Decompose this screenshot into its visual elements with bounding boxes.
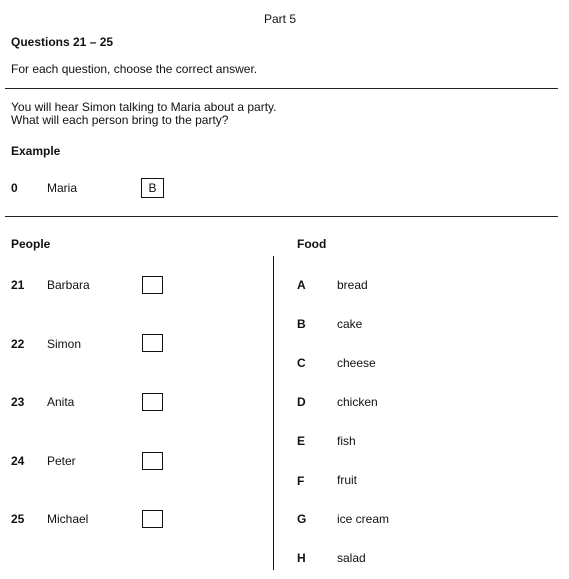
question-number: 24 bbox=[11, 454, 25, 468]
answer-box[interactable] bbox=[142, 276, 163, 294]
intro-line-1: You will hear Simon talking to Maria abo… bbox=[11, 100, 277, 114]
question-number: 21 bbox=[11, 278, 25, 292]
questions-heading: Questions 21 – 25 bbox=[11, 35, 114, 49]
option-letter: A bbox=[297, 278, 306, 292]
person-name: Michael bbox=[47, 512, 89, 526]
option-letter: C bbox=[297, 356, 306, 370]
option-text: chicken bbox=[337, 395, 378, 409]
example-heading: Example bbox=[11, 144, 61, 158]
person-name: Simon bbox=[47, 337, 82, 351]
option-letter: D bbox=[297, 395, 306, 409]
option-text: bread bbox=[337, 278, 368, 292]
option-text: fruit bbox=[337, 473, 358, 487]
example-number: 0 bbox=[11, 181, 18, 195]
example-name: Maria bbox=[47, 181, 78, 195]
answer-box[interactable] bbox=[142, 452, 163, 470]
person-name: Peter bbox=[47, 454, 76, 468]
option-text: fish bbox=[337, 434, 356, 448]
option-letter: G bbox=[297, 512, 307, 526]
intro-line-2: What will each person bring to the party… bbox=[11, 113, 229, 127]
option-letter: E bbox=[297, 434, 306, 448]
option-text: salad bbox=[337, 551, 366, 565]
question-number: 22 bbox=[11, 337, 25, 351]
question-number: 23 bbox=[11, 395, 25, 409]
option-letter: F bbox=[297, 474, 305, 488]
answer-box[interactable] bbox=[142, 334, 163, 352]
option-text: cake bbox=[337, 317, 363, 331]
answer-box[interactable] bbox=[142, 510, 163, 528]
people-heading: People bbox=[11, 237, 51, 251]
divider-top bbox=[5, 88, 558, 89]
option-letter: H bbox=[297, 551, 306, 565]
example-answer-box: B bbox=[141, 178, 164, 198]
divider-bottom bbox=[5, 216, 558, 217]
food-heading: Food bbox=[297, 237, 327, 251]
option-text: ice cream bbox=[337, 512, 390, 526]
column-divider bbox=[273, 256, 274, 570]
option-text: cheese bbox=[337, 356, 376, 370]
person-name: Barbara bbox=[47, 278, 90, 292]
person-name: Anita bbox=[47, 395, 75, 409]
part-title: Part 5 bbox=[264, 12, 297, 26]
instruction-text: For each question, choose the correct an… bbox=[11, 62, 258, 76]
answer-box[interactable] bbox=[142, 393, 163, 411]
option-letter: B bbox=[297, 317, 306, 331]
question-number: 25 bbox=[11, 512, 25, 526]
